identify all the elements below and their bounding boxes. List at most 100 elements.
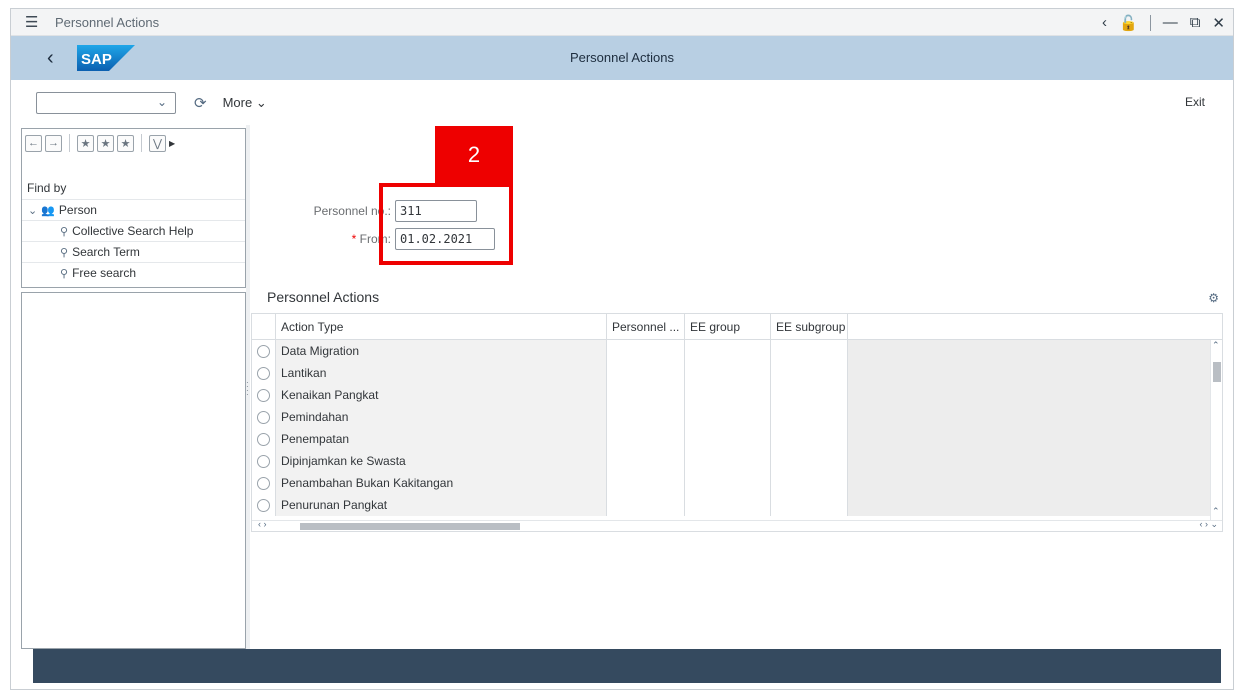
tree-item-collective-search-help[interactable]: ⚲ Collective Search Help [22, 220, 245, 241]
ee-group-cell[interactable] [685, 362, 771, 384]
horizontal-scrollbar[interactable]: ‹ › ‹ › ⌄ [252, 519, 1222, 531]
column-header-personnel[interactable]: Personnel ... [607, 314, 685, 339]
scroll-up-icon[interactable]: ⌃ [1212, 340, 1220, 351]
more-button[interactable]: More ⌄ [223, 95, 267, 111]
personnel-cell[interactable] [607, 450, 685, 472]
ee-subgroup-cell[interactable] [771, 450, 848, 472]
column-header-ee-group[interactable]: EE group [685, 314, 771, 339]
scroll-top-icon[interactable]: ⌃ [1212, 506, 1220, 517]
radio-button[interactable] [257, 476, 270, 490]
add-favorite-icon[interactable]: ★ [77, 134, 94, 152]
action-type-cell[interactable]: Pemindahan [276, 406, 607, 428]
unlock-icon[interactable]: 🔓 [1119, 14, 1138, 32]
radio-button[interactable] [257, 498, 270, 512]
action-type-cell[interactable]: Dipinjamkan ke Swasta [276, 450, 607, 472]
ee-subgroup-cell[interactable] [771, 362, 848, 384]
row-select[interactable] [252, 494, 276, 516]
ee-group-cell[interactable] [685, 340, 771, 362]
radio-button[interactable] [257, 366, 270, 380]
radio-button[interactable] [257, 410, 270, 424]
scroll-left-right-icon[interactable]: ‹ › [258, 519, 267, 529]
ee-group-cell[interactable] [685, 472, 771, 494]
ee-group-cell[interactable] [685, 428, 771, 450]
vertical-scroll-thumb[interactable] [1213, 362, 1221, 382]
minimize-icon[interactable]: — [1163, 14, 1178, 31]
arrow-right-icon[interactable]: → [45, 134, 62, 152]
table-header: Action Type Personnel ... EE group EE su… [252, 314, 1222, 340]
tree-item-free-search[interactable]: ⚲ Free search [22, 262, 245, 283]
personnel-cell[interactable] [607, 472, 685, 494]
action-type-cell[interactable]: Data Migration [276, 340, 607, 362]
splitter-grip[interactable]: · · · · [246, 379, 249, 399]
chevron-down-icon[interactable]: ⌄ [157, 95, 167, 109]
ee-group-cell[interactable] [685, 494, 771, 516]
table-row[interactable]: Penurunan Pangkat [252, 494, 1222, 516]
command-field[interactable]: ⌄ [36, 92, 176, 114]
table-row[interactable]: Data Migration [252, 340, 1222, 362]
gear-icon[interactable]: ⚙ [1208, 291, 1219, 305]
row-select[interactable] [252, 340, 276, 362]
ee-group-cell[interactable] [685, 450, 771, 472]
row-select[interactable] [252, 362, 276, 384]
column-header-filler [848, 314, 1222, 339]
table-row[interactable]: Kenaikan Pangkat [252, 384, 1222, 406]
history-icon[interactable]: ⟳ [194, 94, 207, 112]
row-select[interactable] [252, 472, 276, 494]
ee-subgroup-cell[interactable] [771, 472, 848, 494]
table-row[interactable]: Lantikan [252, 362, 1222, 384]
row-select[interactable] [252, 428, 276, 450]
personnel-cell[interactable] [607, 362, 685, 384]
arrow-left-icon[interactable]: ← [25, 134, 42, 152]
table-row[interactable]: Penempatan [252, 428, 1222, 450]
tree-node-person[interactable]: ⌄ 👥 Person [22, 199, 245, 220]
action-type-cell[interactable]: Kenaikan Pangkat [276, 384, 607, 406]
ee-subgroup-cell[interactable] [771, 428, 848, 450]
personnel-cell[interactable] [607, 494, 685, 516]
favorite-icon[interactable]: ★ [97, 134, 114, 152]
row-select[interactable] [252, 384, 276, 406]
action-type-cell[interactable]: Lantikan [276, 362, 607, 384]
scroll-arrows-icon[interactable]: ‹ › ⌄ [1199, 519, 1218, 530]
expand-all-icon[interactable]: ⋁ [149, 134, 166, 152]
chevron-down-icon[interactable]: ⌄ [28, 204, 37, 217]
radio-button[interactable] [257, 344, 270, 358]
collapse-left-icon[interactable]: ‹ [1102, 14, 1107, 31]
action-type-cell[interactable]: Penurunan Pangkat [276, 494, 607, 516]
ee-group-cell[interactable] [685, 406, 771, 428]
exit-button[interactable]: Exit [1185, 95, 1205, 109]
personnel-cell[interactable] [607, 384, 685, 406]
vertical-scrollbar[interactable]: ⌃ ⌃ [1210, 340, 1222, 520]
row-select[interactable] [252, 450, 276, 472]
search-icon: ⚲ [60, 267, 69, 280]
hamburger-menu-icon[interactable]: ☰ [25, 13, 45, 31]
table-row[interactable]: Penambahan Bukan Kakitangan [252, 472, 1222, 494]
close-icon[interactable]: ✕ [1212, 14, 1225, 32]
radio-button[interactable] [257, 432, 270, 446]
ee-subgroup-cell[interactable] [771, 384, 848, 406]
table-body: Data Migration Lantikan Kenaikan Pangkat [252, 340, 1222, 516]
radio-button[interactable] [257, 454, 270, 468]
action-type-cell[interactable]: Penambahan Bukan Kakitangan [276, 472, 607, 494]
ee-subgroup-cell[interactable] [771, 340, 848, 362]
radio-button[interactable] [257, 388, 270, 402]
ee-subgroup-cell[interactable] [771, 494, 848, 516]
personnel-cell[interactable] [607, 340, 685, 362]
table-row[interactable]: Pemindahan [252, 406, 1222, 428]
ee-subgroup-cell[interactable] [771, 406, 848, 428]
horizontal-scroll-thumb[interactable] [300, 523, 520, 530]
tree-node-label: Person [58, 203, 97, 217]
action-type-cell[interactable]: Penempatan [276, 428, 607, 450]
restore-icon[interactable]: ⧉ [1190, 14, 1201, 31]
back-chevron-icon[interactable]: ‹ [47, 47, 67, 70]
filler-cell [848, 450, 1222, 472]
personnel-cell[interactable] [607, 406, 685, 428]
row-select[interactable] [252, 406, 276, 428]
ee-group-cell[interactable] [685, 384, 771, 406]
column-header-ee-subgroup[interactable]: EE subgroup [771, 314, 848, 339]
table-row[interactable]: Dipinjamkan ke Swasta [252, 450, 1222, 472]
triangle-right-icon[interactable]: ▶ [169, 139, 175, 148]
tree-item-search-term[interactable]: ⚲ Search Term [22, 241, 245, 262]
edit-favorite-icon[interactable]: ★ [117, 134, 134, 152]
personnel-cell[interactable] [607, 428, 685, 450]
column-header-action-type[interactable]: Action Type [276, 314, 607, 339]
